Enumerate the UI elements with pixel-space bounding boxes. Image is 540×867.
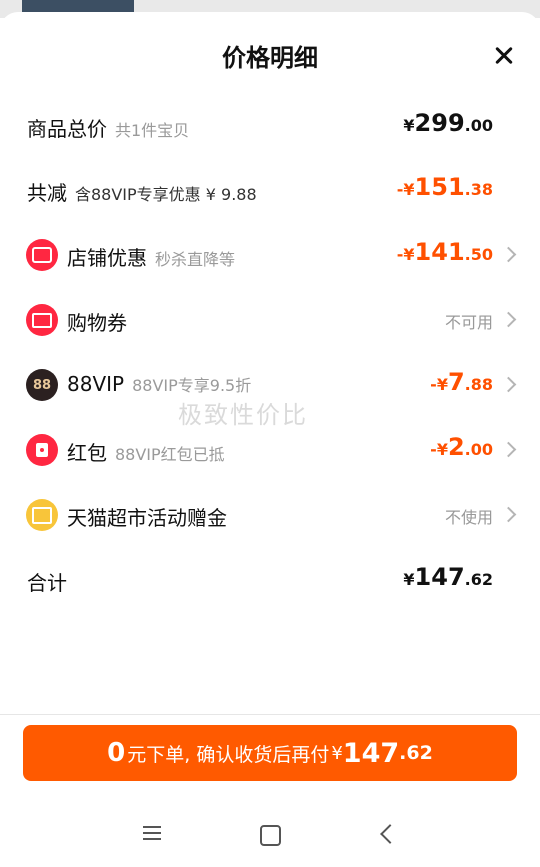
- row-grand-total: 合计 ¥147.62: [0, 555, 540, 605]
- vip-88-icon: 88: [26, 369, 58, 401]
- row-label: 红包: [67, 441, 107, 465]
- row-red-packet[interactable]: 红包 88VIP红包已抵 -¥2.00: [0, 425, 540, 475]
- chevron-right-icon: [500, 441, 517, 458]
- gift-icon: [26, 499, 58, 531]
- divider: [0, 714, 540, 715]
- system-nav-bar: [0, 800, 540, 867]
- row-sub: 88VIP红包已抵: [115, 445, 225, 464]
- row-sub: 秒杀直降等: [155, 250, 236, 269]
- home-icon[interactable]: [260, 825, 281, 846]
- chevron-right-icon: [500, 506, 517, 523]
- row-label: 88VIP: [67, 372, 125, 396]
- total-discount-amount: -¥151.38: [396, 173, 493, 201]
- row-sub: 共1件宝贝: [115, 121, 190, 140]
- shop-icon: [26, 239, 58, 271]
- row-label: 合计: [27, 571, 67, 595]
- row-total-discount: 共减 含88VIP专享优惠 ¥ 9.88 -¥151.38: [0, 165, 540, 215]
- row-label: 商品总价: [27, 117, 107, 141]
- row-shopping-coupon[interactable]: 购物券 不可用: [0, 295, 540, 345]
- red-envelope-icon: [26, 434, 58, 466]
- sheet-title: 价格明细: [222, 44, 318, 72]
- row-tmall-gift-credit[interactable]: 天猫超市活动赠金 不使用: [0, 490, 540, 540]
- row-label: 店铺优惠: [67, 246, 147, 270]
- row-label: 购物券: [67, 311, 127, 335]
- grand-total-amount: ¥147.62: [403, 563, 493, 591]
- recent-apps-icon[interactable]: [143, 826, 161, 840]
- vip-discount-amount: -¥7.88: [430, 368, 493, 396]
- close-button[interactable]: [490, 42, 518, 70]
- chevron-right-icon: [500, 376, 517, 393]
- coupon-status: 不可用: [444, 313, 493, 332]
- red-packet-amount: -¥2.00: [430, 433, 493, 461]
- row-sub: 88VIP专享9.5折: [132, 376, 252, 395]
- row-sub: 含88VIP专享优惠 ¥ 9.88: [75, 185, 257, 204]
- chevron-right-icon: [500, 246, 517, 263]
- row-goods-total: 商品总价 共1件宝贝 ¥299.00: [0, 101, 540, 151]
- row-label: 天猫超市活动赠金: [67, 506, 227, 530]
- chevron-right-icon: [500, 311, 517, 328]
- shop-discount-amount: -¥141.50: [396, 238, 493, 266]
- row-label: 共减: [27, 181, 67, 205]
- row-shop-discount[interactable]: 店铺优惠 秒杀直降等 -¥141.50: [0, 230, 540, 280]
- ticket-icon: [26, 304, 58, 336]
- place-order-button[interactable]: 0 元下单, 确认收货后再付 ¥147.62: [23, 725, 517, 781]
- goods-total-amount: ¥299.00: [403, 109, 493, 137]
- gift-credit-status: 不使用: [444, 508, 493, 527]
- back-icon[interactable]: [380, 824, 400, 844]
